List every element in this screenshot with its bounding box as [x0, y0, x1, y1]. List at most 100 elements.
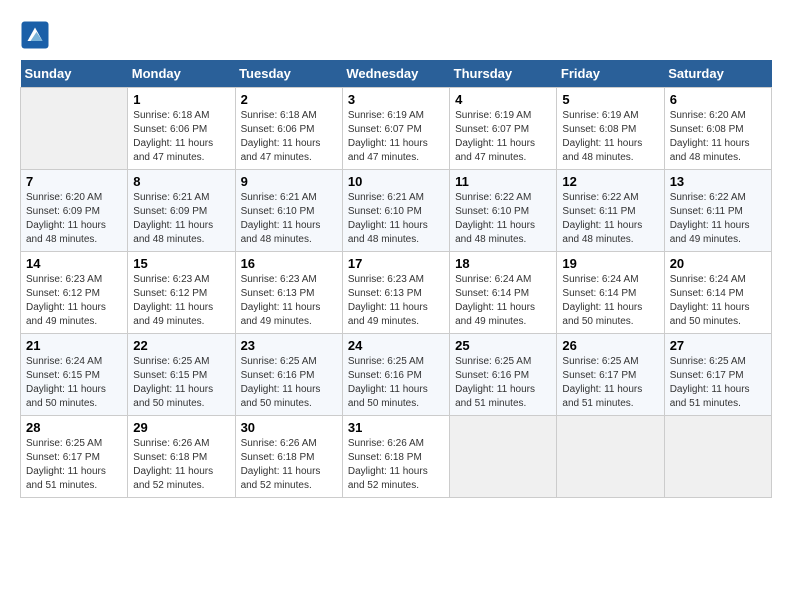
day-info: Sunrise: 6:23 AMSunset: 6:13 PMDaylight:… — [348, 273, 444, 329]
day-number: 31 — [348, 420, 444, 435]
calendar-cell: 25 Sunrise: 6:25 AMSunset: 6:16 PMDayligh… — [450, 334, 557, 416]
day-info: Sunrise: 6:23 AMSunset: 6:13 PMDaylight:… — [241, 273, 337, 329]
col-header-tuesday: Tuesday — [235, 60, 342, 88]
calendar-cell: 24Sunrise: 6:25 AMSunset: 6:16 PMDayligh… — [342, 334, 449, 416]
day-number: 2 — [241, 92, 337, 107]
day-info: Sunrise: 6:24 AMSunset: 6:15 PMDaylight:… — [26, 355, 122, 411]
day-number: 26 — [562, 338, 658, 353]
day-info: Sunrise: 6:24 AMSunset: 6:14 PMDaylight:… — [562, 273, 658, 329]
day-info: Sunrise: 6:22 AMSunset: 6:10 PMDaylight:… — [455, 191, 551, 247]
day-number: 25 — [455, 338, 551, 353]
day-number: 22 — [133, 338, 229, 353]
calendar-cell: 1 Sunrise: 6:18 AMSunset: 6:06 PMDaylight… — [128, 88, 235, 170]
day-info: Sunrise: 6:24 AMSunset: 6:14 PMDaylight:… — [670, 273, 766, 329]
calendar-cell: 16 Sunrise: 6:23 AMSunset: 6:13 PMDayligh… — [235, 252, 342, 334]
col-header-wednesday: Wednesday — [342, 60, 449, 88]
day-info: Sunrise: 6:21 AMSunset: 6:09 PMDaylight:… — [133, 191, 229, 247]
calendar-cell: 5 Sunrise: 6:19 AMSunset: 6:08 PMDaylight… — [557, 88, 664, 170]
calendar-header-row: SundayMondayTuesdayWednesdayThursdayFrid… — [21, 60, 772, 88]
calendar-cell: 27 Sunrise: 6:25 AMSunset: 6:17 PMDayligh… — [664, 334, 771, 416]
calendar-cell — [21, 88, 128, 170]
calendar-cell: 20 Sunrise: 6:24 AMSunset: 6:14 PMDayligh… — [664, 252, 771, 334]
day-number: 23 — [241, 338, 337, 353]
calendar-cell: 18 Sunrise: 6:24 AMSunset: 6:14 PMDayligh… — [450, 252, 557, 334]
calendar-week-row: 21 Sunrise: 6:24 AMSunset: 6:15 PMDayligh… — [21, 334, 772, 416]
day-number: 30 — [241, 420, 337, 435]
day-info: Sunrise: 6:18 AMSunset: 6:06 PMDaylight:… — [133, 109, 229, 165]
day-number: 5 — [562, 92, 658, 107]
calendar-cell — [450, 416, 557, 498]
calendar-cell: 15 Sunrise: 6:23 AMSunset: 6:12 PMDayligh… — [128, 252, 235, 334]
day-info: Sunrise: 6:23 AMSunset: 6:12 PMDaylight:… — [133, 273, 229, 329]
day-info: Sunrise: 6:22 AMSunset: 6:11 PMDaylight:… — [562, 191, 658, 247]
day-number: 28 — [26, 420, 122, 435]
calendar-week-row: 1 Sunrise: 6:18 AMSunset: 6:06 PMDaylight… — [21, 88, 772, 170]
day-number: 13 — [670, 174, 766, 189]
day-number: 10 — [348, 174, 444, 189]
calendar-cell: 6 Sunrise: 6:20 AMSunset: 6:08 PMDaylight… — [664, 88, 771, 170]
day-info: Sunrise: 6:25 AMSunset: 6:17 PMDaylight:… — [562, 355, 658, 411]
day-info: Sunrise: 6:25 AMSunset: 6:16 PMDaylight:… — [241, 355, 337, 411]
calendar-cell: 8 Sunrise: 6:21 AMSunset: 6:09 PMDaylight… — [128, 170, 235, 252]
day-number: 18 — [455, 256, 551, 271]
col-header-thursday: Thursday — [450, 60, 557, 88]
day-info: Sunrise: 6:20 AMSunset: 6:08 PMDaylight:… — [670, 109, 766, 165]
day-number: 21 — [26, 338, 122, 353]
day-number: 4 — [455, 92, 551, 107]
day-number: 3 — [348, 92, 444, 107]
calendar-week-row: 28Sunrise: 6:25 AMSunset: 6:17 PMDayligh… — [21, 416, 772, 498]
day-number: 24 — [348, 338, 444, 353]
day-number: 7 — [26, 174, 122, 189]
day-number: 17 — [348, 256, 444, 271]
calendar-cell: 7Sunrise: 6:20 AMSunset: 6:09 PMDaylight… — [21, 170, 128, 252]
col-header-sunday: Sunday — [21, 60, 128, 88]
calendar-cell: 12 Sunrise: 6:22 AMSunset: 6:11 PMDayligh… — [557, 170, 664, 252]
calendar-cell: 23 Sunrise: 6:25 AMSunset: 6:16 PMDayligh… — [235, 334, 342, 416]
day-info: Sunrise: 6:21 AMSunset: 6:10 PMDaylight:… — [348, 191, 444, 247]
col-header-friday: Friday — [557, 60, 664, 88]
page-header — [20, 20, 772, 50]
calendar-cell: 29 Sunrise: 6:26 AMSunset: 6:18 PMDayligh… — [128, 416, 235, 498]
day-number: 20 — [670, 256, 766, 271]
day-info: Sunrise: 6:21 AMSunset: 6:10 PMDaylight:… — [241, 191, 337, 247]
calendar-cell: 30 Sunrise: 6:26 AMSunset: 6:18 PMDayligh… — [235, 416, 342, 498]
day-number: 1 — [133, 92, 229, 107]
calendar-cell: 31Sunrise: 6:26 AMSunset: 6:18 PMDayligh… — [342, 416, 449, 498]
day-info: Sunrise: 6:25 AMSunset: 6:15 PMDaylight:… — [133, 355, 229, 411]
day-info: Sunrise: 6:18 AMSunset: 6:06 PMDaylight:… — [241, 109, 337, 165]
day-info: Sunrise: 6:19 AMSunset: 6:08 PMDaylight:… — [562, 109, 658, 165]
day-info: Sunrise: 6:23 AMSunset: 6:12 PMDaylight:… — [26, 273, 122, 329]
day-info: Sunrise: 6:19 AMSunset: 6:07 PMDaylight:… — [348, 109, 444, 165]
day-info: Sunrise: 6:25 AMSunset: 6:16 PMDaylight:… — [455, 355, 551, 411]
calendar-cell: 14Sunrise: 6:23 AMSunset: 6:12 PMDayligh… — [21, 252, 128, 334]
calendar-cell: 26 Sunrise: 6:25 AMSunset: 6:17 PMDayligh… — [557, 334, 664, 416]
calendar-cell: 10 Sunrise: 6:21 AMSunset: 6:10 PMDayligh… — [342, 170, 449, 252]
calendar-cell — [664, 416, 771, 498]
day-number: 27 — [670, 338, 766, 353]
day-number: 8 — [133, 174, 229, 189]
calendar-cell: 4Sunrise: 6:19 AMSunset: 6:07 PMDaylight… — [450, 88, 557, 170]
day-number: 16 — [241, 256, 337, 271]
calendar-cell: 19 Sunrise: 6:24 AMSunset: 6:14 PMDayligh… — [557, 252, 664, 334]
day-info: Sunrise: 6:24 AMSunset: 6:14 PMDaylight:… — [455, 273, 551, 329]
col-header-saturday: Saturday — [664, 60, 771, 88]
calendar-cell: 21 Sunrise: 6:24 AMSunset: 6:15 PMDayligh… — [21, 334, 128, 416]
calendar-cell — [557, 416, 664, 498]
day-info: Sunrise: 6:26 AMSunset: 6:18 PMDaylight:… — [241, 437, 337, 493]
calendar-cell: 13 Sunrise: 6:22 AMSunset: 6:11 PMDayligh… — [664, 170, 771, 252]
calendar-cell: 9 Sunrise: 6:21 AMSunset: 6:10 PMDaylight… — [235, 170, 342, 252]
day-number: 6 — [670, 92, 766, 107]
day-info: Sunrise: 6:25 AMSunset: 6:17 PMDaylight:… — [670, 355, 766, 411]
day-number: 19 — [562, 256, 658, 271]
day-number: 12 — [562, 174, 658, 189]
day-info: Sunrise: 6:22 AMSunset: 6:11 PMDaylight:… — [670, 191, 766, 247]
calendar-week-row: 7Sunrise: 6:20 AMSunset: 6:09 PMDaylight… — [21, 170, 772, 252]
calendar-cell: 28Sunrise: 6:25 AMSunset: 6:17 PMDayligh… — [21, 416, 128, 498]
day-number: 9 — [241, 174, 337, 189]
day-number: 15 — [133, 256, 229, 271]
day-info: Sunrise: 6:26 AMSunset: 6:18 PMDaylight:… — [133, 437, 229, 493]
calendar-cell: 11Sunrise: 6:22 AMSunset: 6:10 PMDayligh… — [450, 170, 557, 252]
calendar-cell: 17 Sunrise: 6:23 AMSunset: 6:13 PMDayligh… — [342, 252, 449, 334]
logo-icon — [20, 20, 50, 50]
day-number: 29 — [133, 420, 229, 435]
